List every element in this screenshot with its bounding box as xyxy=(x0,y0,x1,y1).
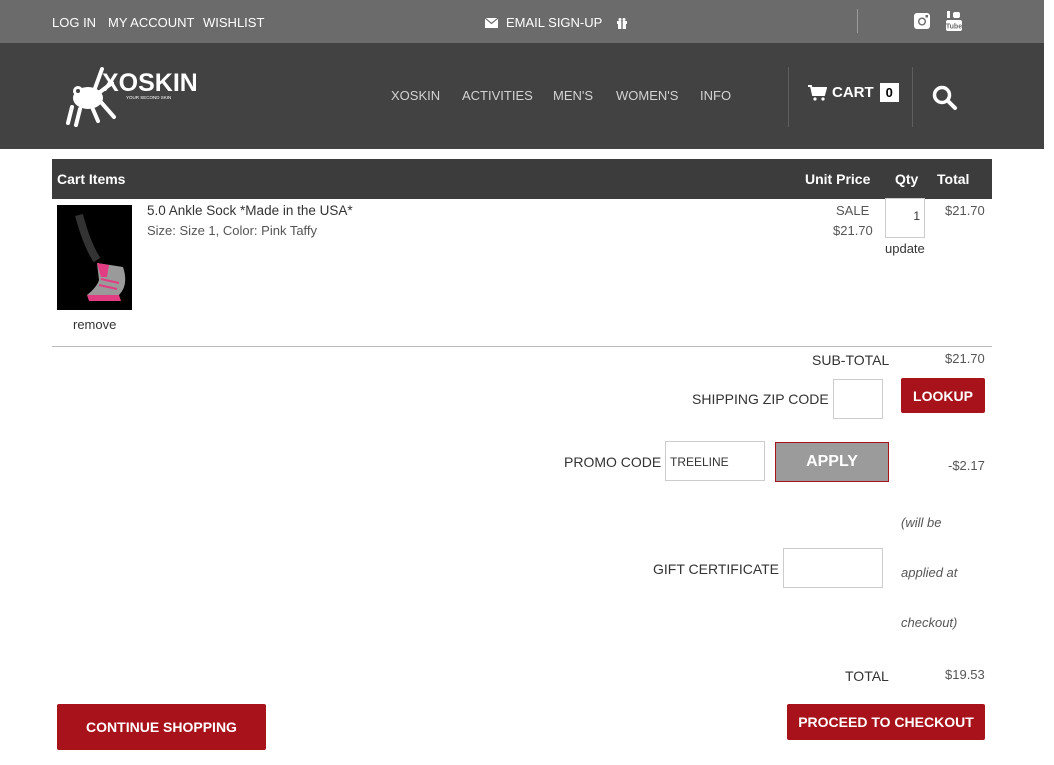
gift-note-line2: applied at xyxy=(901,565,958,580)
sale-label: SALE xyxy=(836,203,870,218)
nav-activities[interactable]: ACTIVITIES xyxy=(462,88,533,103)
email-signup-label: EMAIL SIGN-UP xyxy=(506,15,603,30)
header-divider xyxy=(912,67,913,127)
cart-table-header: Cart Items Unit Price Qty Total xyxy=(52,159,992,199)
gift-icon xyxy=(617,17,628,29)
my-account-link[interactable]: MY ACCOUNT xyxy=(108,15,194,30)
header-divider xyxy=(788,67,789,127)
svg-text:Tube: Tube xyxy=(946,24,962,31)
continue-shopping-button[interactable]: CONTINUE SHOPPING xyxy=(57,704,266,750)
gift-note-line1: (will be xyxy=(901,515,942,530)
sock-image xyxy=(57,205,132,310)
cart-label: CART xyxy=(832,84,874,101)
quantity-input[interactable]: 1 xyxy=(885,198,925,238)
youtube-icon[interactable]: Tube xyxy=(945,11,963,31)
gift-certificate-label: GIFT CERTIFICATE xyxy=(653,561,780,577)
zip-code-input[interactable] xyxy=(833,379,883,419)
col-unit-price: Unit Price xyxy=(805,171,871,187)
col-cart-items: Cart Items xyxy=(57,171,126,187)
topbar-divider xyxy=(857,9,858,33)
gift-certificate-input[interactable] xyxy=(783,548,883,588)
nav-mens[interactable]: MEN'S xyxy=(553,88,593,103)
promo-code-label: PROMO CODE xyxy=(564,454,662,470)
product-name[interactable]: 5.0 Ankle Sock *Made in the USA* xyxy=(147,203,353,218)
zip-code-label: SHIPPING ZIP CODE xyxy=(692,391,829,407)
top-bar: LOG IN MY ACCOUNT WISHLIST EMAIL SIGN-UP… xyxy=(0,0,1044,43)
frog-logo-icon: XOSKIN YOUR SECOND SKIN xyxy=(66,67,198,127)
main-header: XOSKIN YOUR SECOND SKIN XOSKIN ACTIVITIE… xyxy=(0,43,1044,149)
email-signup-link[interactable]: EMAIL SIGN-UP xyxy=(485,15,628,30)
svg-text:YOUR SECOND SKIN: YOUR SECOND SKIN xyxy=(126,95,171,100)
cart-icon xyxy=(808,84,827,101)
product-options: Size: Size 1, Color: Pink Taffy xyxy=(147,223,318,238)
discount-value: -$2.17 xyxy=(948,458,985,473)
nav-xoskin[interactable]: XOSKIN xyxy=(391,88,440,103)
col-total: Total xyxy=(937,171,970,187)
svg-text:XOSKIN: XOSKIN xyxy=(102,69,196,97)
unit-price: $21.70 xyxy=(833,223,873,238)
nav-womens[interactable]: WOMEN'S xyxy=(616,88,678,103)
instagram-icon[interactable] xyxy=(913,11,931,31)
total-value: $19.53 xyxy=(945,667,985,682)
subtotal-label: SUB-TOTAL xyxy=(812,352,890,368)
proceed-to-checkout-button[interactable]: PROCEED TO CHECKOUT xyxy=(787,704,985,740)
wishlist-link[interactable]: WISHLIST xyxy=(203,15,264,30)
cart-count-badge: 0 xyxy=(879,83,899,102)
search-icon[interactable] xyxy=(932,85,958,111)
update-link[interactable]: update xyxy=(885,241,925,256)
remove-link[interactable]: remove xyxy=(73,317,116,332)
subtotal-value: $21.70 xyxy=(945,351,985,366)
envelope-icon xyxy=(485,17,498,28)
divider-line xyxy=(52,346,992,347)
apply-button[interactable]: APPLY xyxy=(775,442,889,482)
item-total: $21.70 xyxy=(945,203,985,218)
xoskin-logo[interactable]: XOSKIN YOUR SECOND SKIN xyxy=(66,63,198,129)
login-link[interactable]: LOG IN xyxy=(52,15,96,30)
nav-info[interactable]: INFO xyxy=(700,88,731,103)
product-image[interactable] xyxy=(57,205,132,310)
total-label: TOTAL xyxy=(845,668,889,684)
lookup-button[interactable]: LOOKUP xyxy=(901,378,985,413)
promo-code-input[interactable]: TREELINE xyxy=(665,441,765,481)
col-qty: Qty xyxy=(895,171,919,187)
cart-button[interactable]: CART 0 xyxy=(808,83,899,102)
gift-note-line3: checkout) xyxy=(901,615,958,630)
